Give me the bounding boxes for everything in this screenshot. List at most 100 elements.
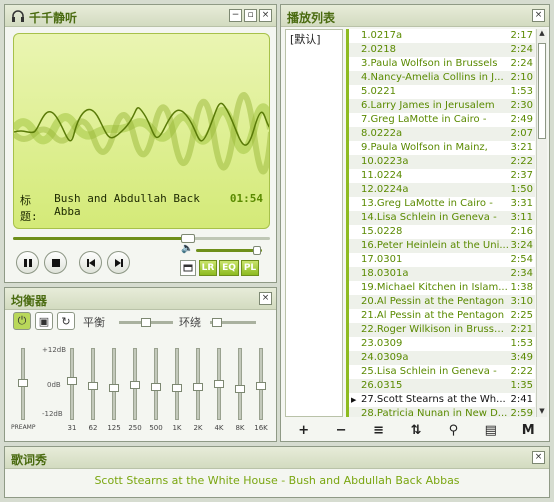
eq-band-slider[interactable] (172, 348, 182, 420)
eq-band-slider[interactable] (67, 348, 77, 420)
preamp-slider[interactable] (18, 348, 28, 420)
playlist-scrollbar[interactable]: ▲ ▼ (536, 29, 547, 417)
track-row[interactable]: 5.0221 1:53 (349, 85, 535, 99)
track-row[interactable]: 19.Michael Kitchen in Islam... 1:38 (349, 281, 535, 295)
lyrics-close-button[interactable]: × (532, 451, 545, 464)
equalizer-close-button[interactable]: × (259, 292, 272, 305)
equalizer-toggle-button[interactable]: EQ (219, 260, 239, 276)
playlist-toggle-button[interactable]: PL (241, 260, 259, 276)
track-row[interactable]: 17.0301 2:54 (349, 253, 535, 267)
eq-band-slider[interactable] (214, 348, 224, 420)
eq-band-handle[interactable] (88, 382, 98, 390)
eq-reset-button[interactable]: ↻ (57, 312, 75, 330)
track-title: 27.Scott Stearns at the Wh... (361, 394, 506, 405)
track-title: 26.0315 (361, 380, 403, 391)
track-row[interactable]: 21.Al Pessin at the Pentagon 2:25 (349, 309, 535, 323)
surround-slider[interactable] (210, 318, 256, 327)
eq-band-handle[interactable] (256, 382, 266, 390)
eq-band-handle[interactable] (214, 380, 224, 388)
track-row[interactable]: 1.0217a 2:17 (349, 29, 535, 43)
track-duration: 2:07 (510, 128, 533, 139)
track-row[interactable]: 24.0309a 3:49 (349, 351, 535, 365)
scroll-up-icon[interactable]: ▲ (537, 29, 547, 39)
track-row[interactable]: 14.Lisa Schlein in Geneva - 3:11 (349, 211, 535, 225)
next-button[interactable] (107, 251, 130, 274)
preamp-handle[interactable] (18, 379, 28, 387)
search-button[interactable]: ⚲ (443, 423, 463, 438)
close-button[interactable]: × (259, 9, 272, 22)
eq-band-handle[interactable] (151, 383, 161, 391)
track-row[interactable]: 20.Al Pessin at the Pentagon 3:10 (349, 295, 535, 309)
lyrics-titlebar[interactable]: 歌词秀 × (5, 447, 549, 469)
eq-band-handle[interactable] (130, 381, 140, 389)
eq-band-handle[interactable] (109, 384, 119, 392)
track-row[interactable]: 25.Lisa Schlein in Geneva - 2:22 (349, 365, 535, 379)
list-button[interactable]: ≡ (369, 423, 389, 438)
track-row[interactable]: 3.Paula Wolfson in Brussels 2:24 (349, 57, 535, 71)
lyrics-toggle-button[interactable]: LR (199, 260, 217, 276)
playlist-titlebar[interactable]: 播放列表 × (281, 5, 549, 27)
eq-band-slider[interactable] (256, 348, 266, 420)
track-row[interactable]: 8.0222a 2:07 (349, 127, 535, 141)
track-row[interactable]: 13.Greg LaMotte in Cairo - 3:31 (349, 197, 535, 211)
add-button[interactable]: + (294, 423, 314, 438)
track-row[interactable]: 11.0224 2:37 (349, 169, 535, 183)
balance-slider[interactable] (119, 318, 173, 327)
track-row[interactable]: 23.0309 1:53 (349, 337, 535, 351)
eq-band-slider[interactable] (151, 348, 161, 420)
seek-handle[interactable] (180, 234, 195, 243)
track-row[interactable]: 28.Patricia Nunan in New D... 2:59 (349, 407, 535, 417)
visualizer: 标题: Bush and Abdullah Back Abba 01:54 (13, 33, 270, 229)
eq-preset-button[interactable]: ▣ (35, 312, 53, 330)
surround-handle[interactable] (212, 318, 222, 327)
eq-band-slider[interactable] (193, 348, 203, 420)
player-titlebar[interactable]: 千千静听 − ▫ × (5, 5, 276, 27)
track-row[interactable]: 18.0301a 2:34 (349, 267, 535, 281)
maximize-button[interactable]: ▫ (244, 9, 257, 22)
seek-bar[interactable] (13, 234, 270, 243)
mode-button[interactable]: M (518, 423, 538, 438)
track-row[interactable]: 4.Nancy-Amelia Collins in J... 2:10 (349, 71, 535, 85)
track-row[interactable]: 10.0223a 2:22 (349, 155, 535, 169)
playlist-close-button[interactable]: × (532, 9, 545, 22)
track-row[interactable]: 22.Roger Wilkison in Brusse... 2:21 (349, 323, 535, 337)
track-row[interactable]: 7.Greg LaMotte in Cairo - 2:49 (349, 113, 535, 127)
eq-band-slider[interactable] (235, 348, 245, 420)
track-row[interactable]: 26.0315 1:35 (349, 379, 535, 393)
track-row[interactable]: 16.Peter Heinlein at the Uni... 3:24 (349, 239, 535, 253)
pause-button[interactable] (16, 251, 39, 274)
scroll-thumb[interactable] (538, 43, 546, 139)
track-title: 8.0222a (361, 128, 403, 139)
eq-band-slider[interactable] (109, 348, 119, 420)
playlist-category-default[interactable]: [默认] (286, 30, 342, 48)
eq-band-handle[interactable] (193, 383, 203, 391)
track-row[interactable]: 15.0228 2:16 (349, 225, 535, 239)
previous-button[interactable] (79, 251, 102, 274)
eq-band-handle[interactable] (172, 384, 182, 392)
track-title: 23.0309 (361, 338, 403, 349)
mini-mode-button[interactable] (180, 260, 196, 276)
eq-band-slider[interactable] (88, 348, 98, 420)
remove-button[interactable]: − (331, 423, 351, 438)
track-row[interactable]: 6.Larry James in Jerusalem 2:30 (349, 99, 535, 113)
volume-slider[interactable] (196, 246, 262, 255)
eq-band-handle[interactable] (67, 377, 77, 385)
eq-power-button[interactable]: ⏻ (13, 312, 31, 330)
minimize-button[interactable]: − (229, 9, 242, 22)
eq-band-slider[interactable] (130, 348, 140, 420)
eq-band-handle[interactable] (235, 385, 245, 393)
track-row[interactable]: 2.0218 2:24 (349, 43, 535, 57)
track-row[interactable]: ▶ 27.Scott Stearns at the Wh... 2:41 (349, 393, 535, 407)
balance-handle[interactable] (141, 318, 151, 327)
eq-band-label: 250 (128, 424, 142, 432)
volume-handle[interactable] (252, 246, 261, 255)
track-duration: 2:59 (510, 408, 533, 417)
stop-button[interactable] (44, 251, 67, 274)
equalizer-titlebar[interactable]: 均衡器 × (5, 288, 276, 310)
sort-button[interactable]: ⇅ (406, 423, 426, 438)
edit-button[interactable]: ▤ (481, 423, 501, 438)
eq-band-label: 31 (67, 424, 77, 432)
track-row[interactable]: 9.Paula Wolfson in Mainz, 3:21 (349, 141, 535, 155)
track-row[interactable]: 12.0224a 1:50 (349, 183, 535, 197)
scroll-down-icon[interactable]: ▼ (537, 407, 547, 417)
